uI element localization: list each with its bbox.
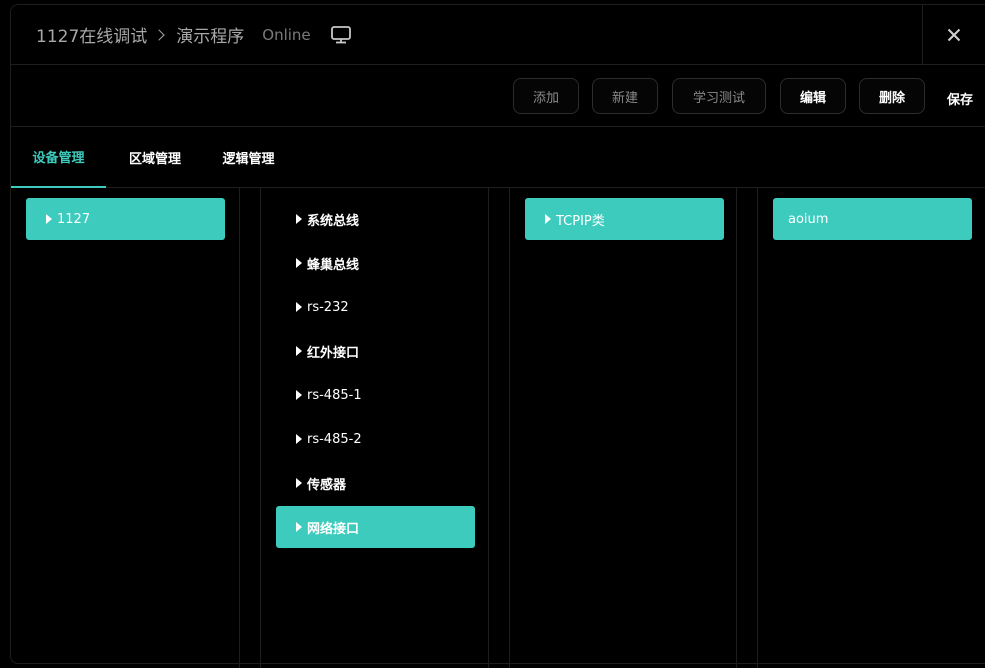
list-item[interactable]: 网络接口 — [276, 506, 475, 548]
caret-right-icon — [296, 478, 302, 488]
edit-button[interactable]: 编辑 — [780, 78, 846, 114]
list-item[interactable]: 1127 — [26, 198, 225, 240]
window-header: 1127在线调试 演示程序 Online — [11, 5, 985, 65]
list-item[interactable]: rs-232 — [276, 286, 475, 328]
column-devices: 1127 — [11, 188, 240, 668]
caret-right-icon — [296, 346, 302, 356]
list-item[interactable]: TCPIP类 — [525, 198, 724, 240]
list-item-label: rs-232 — [307, 299, 349, 315]
monitor-icon[interactable] — [330, 25, 351, 44]
add-button[interactable]: 添加 — [513, 78, 579, 114]
debug-window: 1127在线调试 演示程序 Online 添加 新建 学习测试 编辑 删除 保存… — [10, 4, 985, 668]
learn-test-button[interactable]: 学习测试 — [672, 78, 766, 114]
tab-device-management[interactable]: 设备管理 — [11, 127, 106, 188]
list-item-label: aoium — [788, 211, 829, 227]
caret-right-icon — [296, 302, 302, 312]
connection-status: Online — [262, 25, 311, 44]
new-button[interactable]: 新建 — [592, 78, 658, 114]
list-item-label: 系统总线 — [307, 213, 360, 229]
toolbar: 添加 新建 学习测试 编辑 删除 保存 — [11, 65, 985, 127]
column-instances: aoium — [757, 188, 985, 668]
list-item-label: 网络接口 — [307, 521, 360, 537]
list-item-label: 1127 — [57, 211, 91, 227]
list-item[interactable]: rs-485-1 — [276, 374, 475, 416]
column-buses: 系统总线 蜂巢总线 rs-232 红外接口 rs-485-1 rs-485-2 — [260, 188, 489, 668]
caret-right-icon — [296, 522, 302, 532]
delete-button[interactable]: 删除 — [859, 78, 925, 114]
caret-right-icon — [296, 258, 302, 268]
caret-right-icon — [545, 214, 551, 224]
device-tree-columns: 1127 系统总线 蜂巢总线 rs-232 红外接口 rs-485-1 rs-4… — [11, 188, 985, 668]
list-item[interactable]: 红外接口 — [276, 330, 475, 372]
caret-right-icon — [296, 434, 302, 444]
list-item[interactable]: aoium — [773, 198, 972, 240]
save-button[interactable]: 保存 — [947, 89, 973, 108]
list-item-label: 蜂巢总线 — [307, 257, 360, 273]
chevron-right-icon — [153, 28, 165, 41]
close-icon — [947, 28, 960, 42]
list-item[interactable]: rs-485-2 — [276, 418, 475, 460]
list-item[interactable]: 系统总线 — [276, 198, 475, 240]
column-categories: TCPIP类 — [509, 188, 737, 668]
list-item-label: TCPIP类 — [556, 213, 605, 229]
caret-right-icon — [296, 214, 302, 224]
close-button[interactable] — [922, 5, 984, 65]
tab-area-management[interactable]: 区域管理 — [115, 127, 195, 187]
caret-right-icon — [296, 390, 302, 400]
tab-bar: 设备管理 区域管理 逻辑管理 — [11, 127, 985, 188]
tab-logic-management[interactable]: 逻辑管理 — [211, 127, 286, 187]
list-item[interactable]: 蜂巢总线 — [276, 242, 475, 284]
list-item-label: 红外接口 — [307, 345, 360, 361]
list-item-label: 传感器 — [307, 477, 347, 493]
breadcrumb-project[interactable]: 1127在线调试 — [36, 22, 147, 47]
breadcrumb-program: 演示程序 — [176, 27, 245, 47]
list-item-label: rs-485-2 — [307, 431, 362, 447]
caret-right-icon — [46, 214, 52, 224]
list-item-label: rs-485-1 — [307, 387, 362, 403]
list-item[interactable]: 传感器 — [276, 462, 475, 504]
breadcrumb: 1127在线调试 演示程序 Online — [36, 22, 351, 47]
